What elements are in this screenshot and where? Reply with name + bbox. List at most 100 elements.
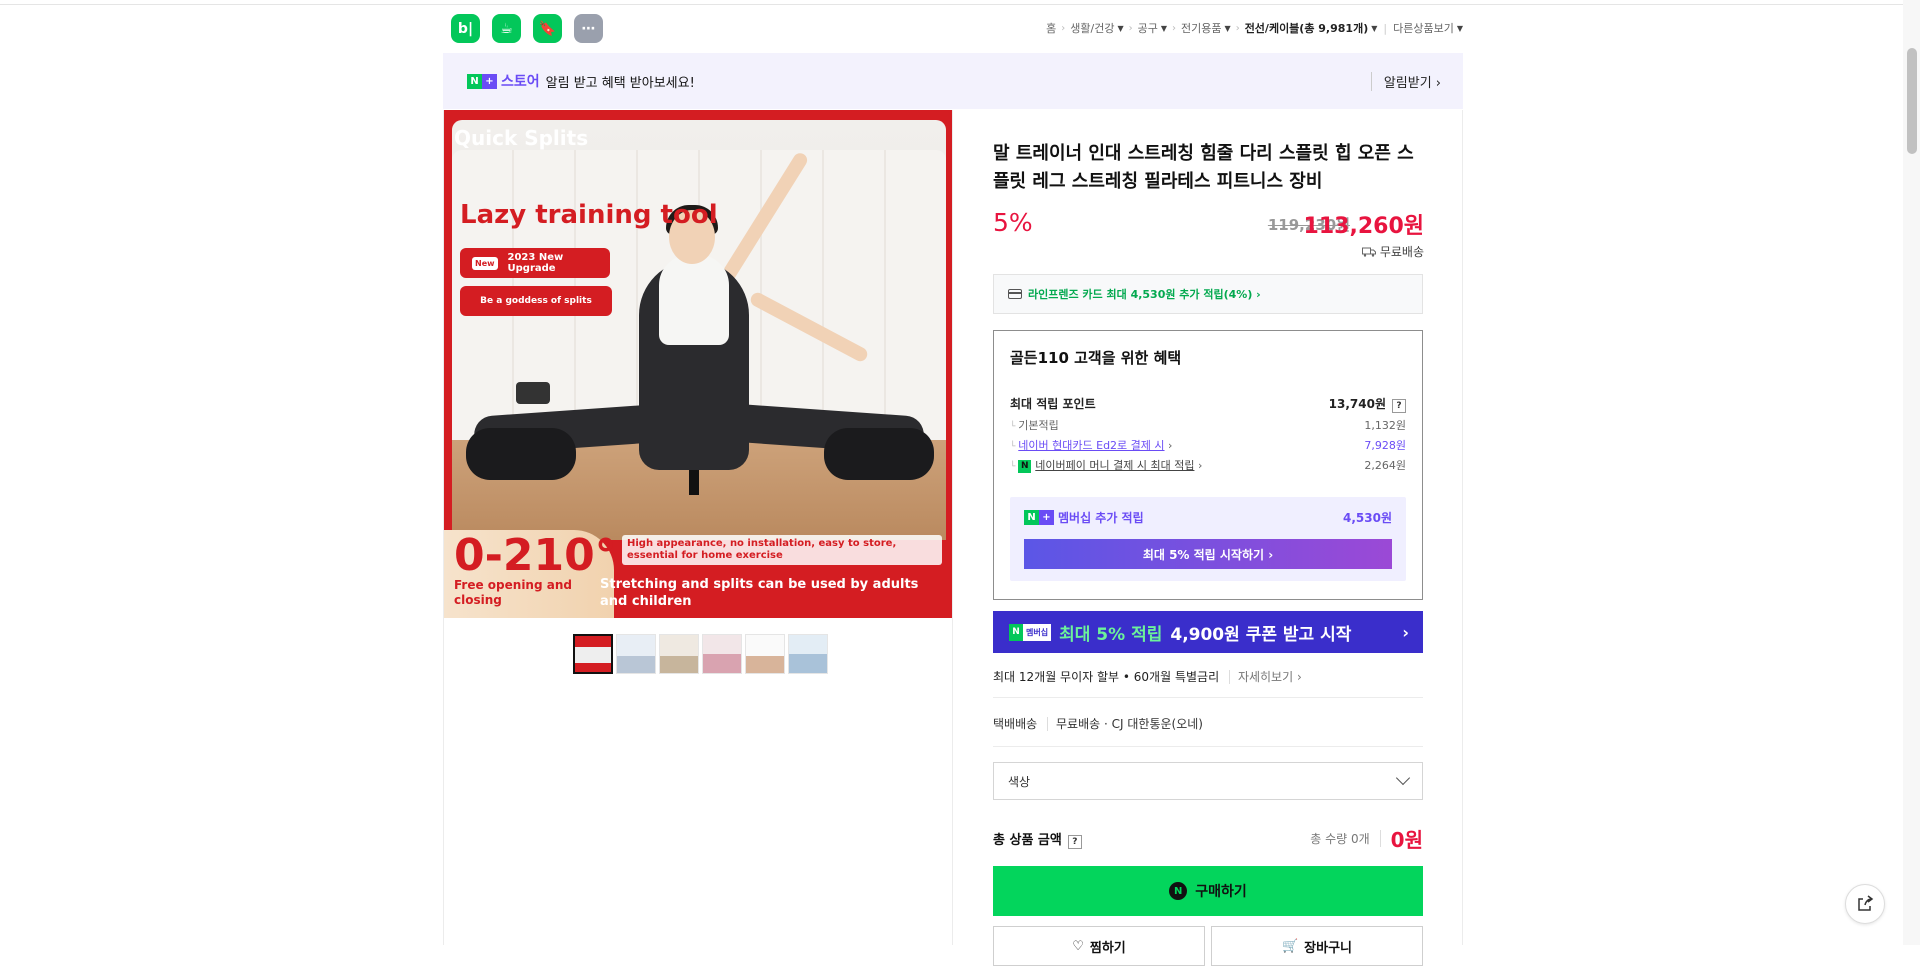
caret-down-icon[interactable]: ▼ (1117, 24, 1123, 33)
chevron-right-icon: › (1235, 22, 1240, 34)
caret-down-icon[interactable]: ▼ (1371, 24, 1377, 33)
credit-card-icon (1008, 289, 1022, 299)
caret-down-icon[interactable]: ▼ (1457, 24, 1463, 33)
total-label: 총 상품 금액 (993, 832, 1062, 848)
naver-plus-icon: N + (467, 73, 497, 89)
goddess-text: Be a goddess of splits (480, 296, 592, 306)
buy-label: 구매하기 (1195, 884, 1247, 900)
store-name[interactable]: 스토어 (501, 71, 540, 91)
benefit-box: 골든110 고객을 위한 혜택 최대 적립 포인트 13,740원? 기본적립 … (993, 330, 1423, 600)
card-promo-text[interactable]: 라인프렌즈 카드 최대 4,530원 추가 적립(4%) › (1028, 286, 1261, 302)
thumbnail[interactable] (616, 634, 656, 674)
naver-pay-icon: N (1169, 882, 1188, 900)
upgrade-pill: New 2023 New Upgrade (460, 248, 610, 278)
max-points-label: 최대 적립 포인트 (1010, 397, 1096, 411)
other-products-link[interactable]: 다른상품보기 (1393, 20, 1454, 36)
installment-text: 최대 12개월 무이자 할부 • 60개월 특별금리 (993, 670, 1220, 684)
membership-banner[interactable]: N 멤버십 최대 5% 적립 4,900원 쿠폰 받고 시작 › (993, 611, 1423, 653)
truck-icon (1361, 247, 1376, 257)
chevron-right-icon: › (1172, 22, 1177, 34)
benefit-heading: 골든110 고객을 위한 혜택 (1010, 349, 1182, 367)
naver-plus-icon: N + (1024, 510, 1054, 525)
color-option-placeholder: 색상 (1008, 774, 1031, 789)
image-lazy-text: Lazy training tool (460, 200, 718, 230)
membership-label: 멤버십 추가 적립 (1058, 511, 1144, 525)
store-message: 알림 받고 혜택 받아보세요! (545, 75, 695, 91)
sale-price: 113,260원 (1303, 214, 1424, 239)
breadcrumb-current[interactable]: 전선/케이블(총 9,981개) (1245, 20, 1369, 36)
top-border (0, 0, 1920, 5)
wish-button[interactable]: ♡ 찜하기 (993, 926, 1205, 966)
installment-info: 최대 12개월 무이자 할부 • 60개월 특별금리 자세히보기 › (993, 668, 1423, 698)
breadcrumb-category-3[interactable]: 전기용품 (1181, 20, 1221, 36)
shipping-text: 무료배송 (1379, 245, 1424, 259)
membership-tag: N 멤버십 (1009, 623, 1052, 641)
image-high-appearance: High appearance, no installation, easy t… (622, 535, 942, 565)
heart-icon: ♡ (1072, 938, 1084, 954)
card-points-value: 7,928원 (1364, 439, 1406, 452)
share-icon[interactable] (1845, 884, 1885, 924)
more-icon[interactable]: ⋯ (574, 14, 603, 43)
caret-down-icon[interactable]: ▼ (1161, 24, 1167, 33)
max-points-value: 13,740원 (1328, 397, 1386, 411)
breadcrumb-category-1[interactable]: 생활/건강 (1070, 20, 1114, 36)
color-option-select[interactable]: 색상 (993, 762, 1423, 800)
naver-pay-icon: N (1018, 459, 1032, 473)
caret-down-icon[interactable]: ▼ (1225, 24, 1231, 33)
start-membership-button[interactable]: 최대 5% 적립 시작하기 › (1024, 539, 1392, 569)
delivery-info: 택배배송 무료배송 · CJ 대한통운(오네) (993, 715, 1423, 747)
stretcher-pad (466, 428, 576, 480)
delivery-fee: 무료배송 (1047, 717, 1101, 731)
product-title: 말 트레이너 인대 스트레칭 힘줄 다리 스플릿 힙 오픈 스플릿 레그 스트레… (993, 143, 1414, 192)
card-promo[interactable]: 라인프렌즈 카드 최대 4,530원 추가 적립(4%) › (993, 274, 1423, 314)
goddess-pill: Be a goddess of splits (460, 286, 612, 316)
membership-value: 4,530원 (1343, 511, 1392, 525)
shipping-info: 무료배송 (1361, 243, 1424, 260)
buy-button[interactable]: N 구매하기 (993, 866, 1423, 916)
blog-icon[interactable]: b| (451, 14, 480, 43)
chevron-right-icon: › (1061, 22, 1066, 34)
cart-label: 장바구니 (1304, 940, 1353, 956)
cart-button[interactable]: 🛒 장바구니 (1211, 926, 1423, 966)
max-points-row: 최대 적립 포인트 13,740원? (1010, 395, 1406, 413)
thumbnail[interactable] (702, 634, 742, 674)
scrollbar-thumb[interactable] (1907, 48, 1917, 154)
thumbnail[interactable] (788, 634, 828, 674)
scrollbar[interactable] (1903, 0, 1920, 945)
membership-banner-highlight: 최대 5% 적립 (1059, 624, 1163, 645)
image-degree: 0-210° (454, 530, 617, 581)
image-stretching: Stretching and splits can be used by adu… (600, 577, 919, 609)
breadcrumb-home[interactable]: 홈 (1046, 20, 1056, 36)
membership-banner-text: 4,900원 쿠폰 받고 시작 (1170, 624, 1352, 645)
help-icon[interactable]: ? (1392, 399, 1406, 413)
total-quantity: 총 수량 0개 (1310, 830, 1381, 847)
stretcher-pad (824, 428, 934, 480)
cafe-icon[interactable]: ☕ (492, 14, 521, 43)
thumbnail[interactable] (573, 634, 613, 674)
membership-points-box: N + 멤버십 추가 적립 4,530원 최대 5% 적립 시작하기 › (1010, 497, 1406, 581)
breadcrumb: 홈 › 생활/건강 ▼ › 공구 ▼ › 전기용품 ▼ › 전선/케이블(총 9,98… (1046, 20, 1463, 36)
help-icon[interactable]: ? (1067, 834, 1082, 849)
alarm-button[interactable]: 알림받기 › (1370, 71, 1441, 91)
discount-rate: 5% (993, 208, 1033, 237)
chevron-right-icon: › (1128, 22, 1133, 34)
basic-points-row: 기본적립 1,132원 (1010, 417, 1406, 433)
thumbnail-strip (573, 634, 828, 674)
card-points-row: 네이버 현대카드 Ed2로 결제 시 › 7,928원 (1010, 437, 1406, 453)
chevron-right-icon: › (1402, 622, 1409, 642)
delivery-carrier: · CJ 대한통운(오네) (1104, 717, 1203, 731)
product-info: 말 트레이너 인대 스트레칭 힘줄 다리 스플릿 힙 오픈 스플릿 레그 스트레… (953, 110, 1463, 966)
thumbnail[interactable] (659, 634, 699, 674)
new-tag: New (472, 256, 498, 270)
main-product-image[interactable]: Quick Splits Lazy training tool New 2023… (444, 110, 952, 618)
bookmark-icon[interactable]: 🔖 (533, 14, 562, 43)
pay-points-link[interactable]: 네이버페이 머니 결제 시 최대 적립 (1035, 459, 1194, 472)
image-free-opening: Free opening and closing (454, 578, 572, 607)
installment-details-link[interactable]: 자세히보기 › (1228, 670, 1302, 684)
pay-points-row: N네이버페이 머니 결제 시 최대 적립 › 2,264원 (1010, 457, 1406, 473)
breadcrumb-category-2[interactable]: 공구 (1138, 20, 1158, 36)
divider: | (1383, 21, 1388, 35)
thumbnail[interactable] (745, 634, 785, 674)
product-gallery: Quick Splits Lazy training tool New 2023… (443, 110, 953, 945)
card-points-link[interactable]: 네이버 현대카드 Ed2로 결제 시 (1018, 439, 1164, 452)
